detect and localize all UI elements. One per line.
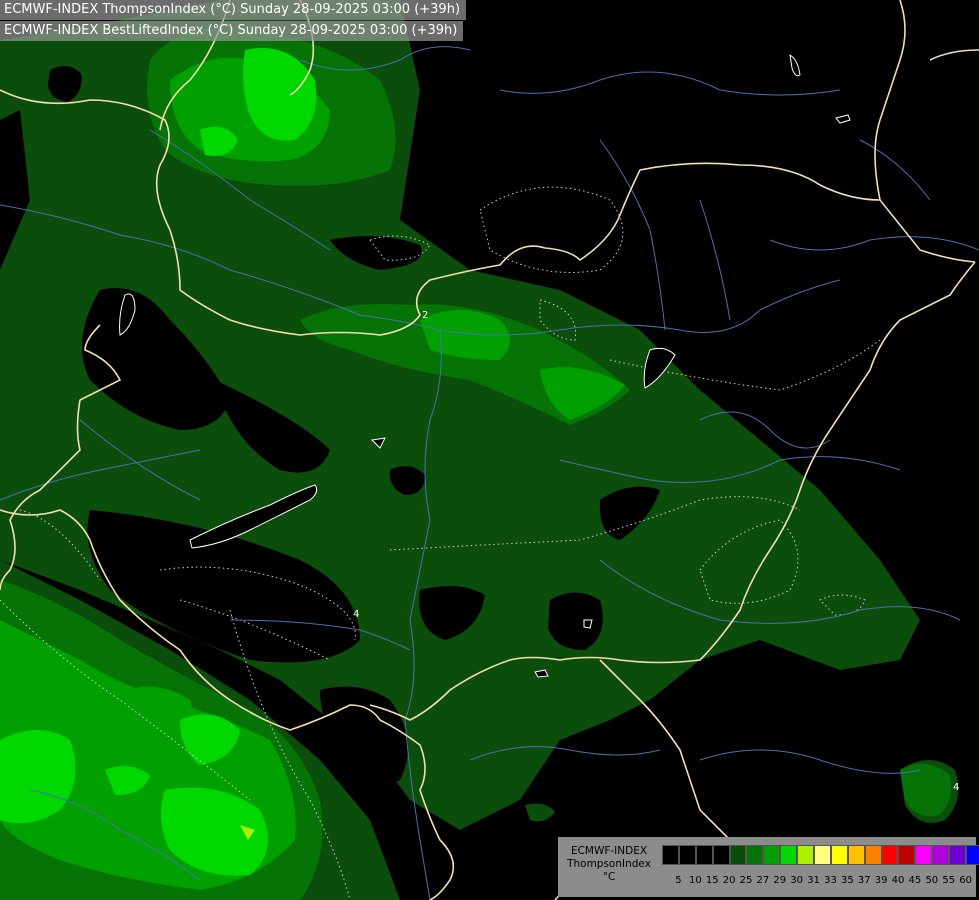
color-legend: ECMWF-INDEX ThompsonIndex °C 5 10 15 20 25 27… xyxy=(558,837,979,897)
legend-swatch xyxy=(932,845,950,865)
contour-label: 2 xyxy=(422,310,428,321)
legend-label: ECMWF-INDEX ThompsonIndex °C xyxy=(558,845,660,884)
legend-tick: 20 xyxy=(722,875,736,886)
legend-swatch xyxy=(662,845,679,865)
legend-swatch xyxy=(949,845,967,865)
legend-tick: 30 xyxy=(790,875,804,886)
legend-tick: 50 xyxy=(925,875,939,886)
legend-swatch xyxy=(881,845,899,865)
legend-swatch xyxy=(847,845,865,865)
legend-swatch xyxy=(814,845,831,865)
legend-tick: 45 xyxy=(908,875,922,886)
legend-tick: 39 xyxy=(874,875,888,886)
legend-color-scale xyxy=(662,845,979,865)
legend-swatch xyxy=(695,845,713,865)
legend-swatch xyxy=(898,845,916,865)
legend-unit: °C xyxy=(602,871,616,883)
legend-tick: 27 xyxy=(756,875,770,886)
map-title-primary: ECMWF-INDEX ThompsonIndex (°C) Sunday 28… xyxy=(0,0,467,20)
legend-tick: 10 xyxy=(688,875,702,886)
legend-swatch xyxy=(678,845,696,865)
legend-swatch xyxy=(864,845,882,865)
legend-tick: 37 xyxy=(857,875,871,886)
legend-tick: 55 xyxy=(942,875,956,886)
legend-model: ECMWF-INDEX xyxy=(570,845,648,857)
legend-tick: 25 xyxy=(739,875,753,886)
legend-swatch xyxy=(966,845,979,865)
contour-label: 4 xyxy=(953,782,959,793)
legend-swatch xyxy=(830,845,848,865)
legend-tick-spacer xyxy=(662,875,670,886)
legend-tick: 5 xyxy=(675,875,682,886)
legend-parameter: ThompsonIndex xyxy=(567,858,651,870)
thompson-index-map: 2 4 4 xyxy=(0,0,979,900)
map-title-secondary: ECMWF-INDEX BestLiftedIndex (°C) Sunday … xyxy=(0,21,464,41)
legend-tick-labels: 5 10 15 20 25 27 29 30 31 33 35 37 39 40 45 50 55 60 xyxy=(662,875,974,886)
legend-swatch xyxy=(915,845,933,865)
contour-label: 4 xyxy=(353,609,359,620)
legend-tick: 60 xyxy=(959,875,972,886)
legend-tick: 40 xyxy=(891,875,905,886)
legend-tick: 15 xyxy=(705,875,719,886)
legend-swatch xyxy=(780,845,798,865)
legend-tick: 35 xyxy=(840,875,854,886)
legend-tick: 31 xyxy=(807,875,820,886)
legend-tick: 33 xyxy=(824,875,837,886)
legend-swatch xyxy=(729,845,747,865)
legend-swatch xyxy=(763,845,781,865)
legend-swatch xyxy=(746,845,764,865)
legend-swatch xyxy=(712,845,730,865)
legend-tick: 29 xyxy=(773,875,787,886)
legend-swatch xyxy=(797,845,815,865)
